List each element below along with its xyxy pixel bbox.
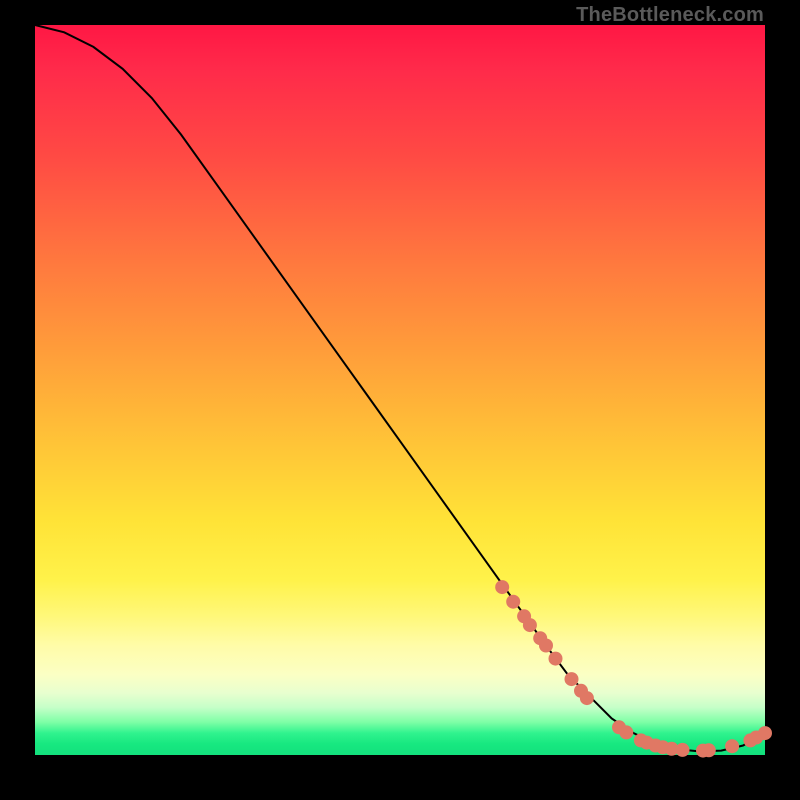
attribution-watermark: TheBottleneck.com [576, 4, 764, 27]
data-marker [506, 595, 520, 609]
marker-group [495, 580, 772, 758]
data-marker [580, 691, 594, 705]
data-marker [619, 725, 633, 739]
data-marker [523, 618, 537, 632]
chart-overlay [35, 25, 765, 755]
data-marker [758, 726, 772, 740]
data-marker [495, 580, 509, 594]
data-marker [702, 743, 716, 757]
data-marker [539, 639, 553, 653]
data-marker [725, 739, 739, 753]
data-marker [676, 743, 690, 757]
bottleneck-curve-path [35, 25, 765, 751]
data-marker [549, 652, 563, 666]
data-marker [565, 672, 579, 686]
